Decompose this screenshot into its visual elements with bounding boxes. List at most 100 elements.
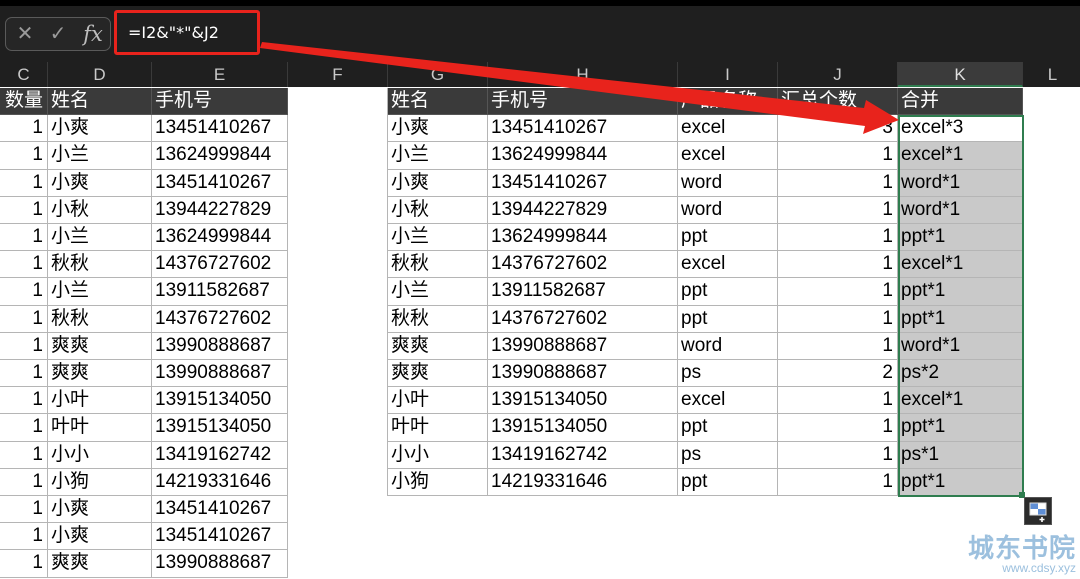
left-table-cell[interactable]: 13451410267 (152, 496, 288, 524)
left-table-cell[interactable]: 爽爽 (48, 332, 152, 360)
right-table-cell[interactable]: 1 (778, 251, 898, 279)
left-table-cell[interactable]: 13451410267 (152, 523, 288, 551)
left-table-cell[interactable]: 小兰 (48, 224, 152, 252)
right-table-cell[interactable]: 14219331646 (488, 468, 678, 496)
left-table-cell[interactable]: 1 (0, 196, 48, 224)
left-table-cell[interactable]: 13624999844 (152, 224, 288, 252)
right-header-cell[interactable]: 合并 (898, 88, 1023, 116)
column-header-i[interactable]: I (678, 62, 778, 87)
left-table-cell[interactable]: 小爽 (48, 115, 152, 143)
left-table-cell[interactable]: 小兰 (48, 278, 152, 306)
left-table-cell[interactable]: 13915134050 (152, 414, 288, 442)
check-icon[interactable]: ✓ (46, 18, 70, 50)
right-table-cell[interactable]: 小小 (388, 441, 488, 469)
left-table-cell[interactable]: 1 (0, 169, 48, 197)
left-header-cell[interactable]: 数量 (0, 88, 48, 116)
column-header-c[interactable]: C (0, 62, 48, 87)
left-table-cell[interactable]: 13944227829 (152, 196, 288, 224)
right-table-cell[interactable]: 小爽 (388, 115, 488, 143)
left-table-cell[interactable]: 1 (0, 496, 48, 524)
merge-result-cell[interactable]: word*1 (898, 332, 1023, 360)
right-table-cell[interactable]: 13915134050 (488, 414, 678, 442)
right-table-cell[interactable]: 小秋 (388, 196, 488, 224)
right-table-cell[interactable]: ppt (678, 414, 778, 442)
merge-result-cell[interactable]: excel*1 (898, 142, 1023, 170)
right-table-cell[interactable]: 1 (778, 441, 898, 469)
left-table-cell[interactable]: 1 (0, 278, 48, 306)
right-table-cell[interactable]: 1 (778, 305, 898, 333)
right-table-cell[interactable]: 小兰 (388, 224, 488, 252)
right-table-cell[interactable]: ppt (678, 278, 778, 306)
right-header-cell[interactable]: 汇总个数 (778, 88, 898, 116)
right-table-cell[interactable]: 13451410267 (488, 115, 678, 143)
left-table-cell[interactable]: 1 (0, 550, 48, 578)
right-table-cell[interactable]: excel (678, 115, 778, 143)
right-table-cell[interactable]: ppt (678, 224, 778, 252)
right-table-cell[interactable]: 秋秋 (388, 305, 488, 333)
fx-icon[interactable]: fx (80, 18, 106, 50)
right-table-cell[interactable]: 1 (778, 414, 898, 442)
right-table-cell[interactable]: 小爽 (388, 169, 488, 197)
right-table-cell[interactable]: 1 (778, 142, 898, 170)
left-table-cell[interactable]: 小爽 (48, 169, 152, 197)
left-table-cell[interactable]: 1 (0, 360, 48, 388)
column-header-f[interactable]: F (288, 62, 388, 87)
left-table-cell[interactable]: 秋秋 (48, 305, 152, 333)
left-header-cell[interactable]: 手机号 (152, 88, 288, 116)
column-header-d[interactable]: D (48, 62, 152, 87)
right-header-cell[interactable]: 手机号 (488, 88, 678, 116)
right-table-cell[interactable]: word (678, 169, 778, 197)
merge-result-cell[interactable]: excel*1 (898, 387, 1023, 415)
right-table-cell[interactable]: 小兰 (388, 142, 488, 170)
merge-result-cell[interactable]: ppt*1 (898, 468, 1023, 496)
merge-result-cell[interactable]: word*1 (898, 169, 1023, 197)
column-header-l[interactable]: L (1023, 62, 1080, 87)
left-table-cell[interactable]: 1 (0, 305, 48, 333)
left-table-cell[interactable]: 1 (0, 441, 48, 469)
left-table-cell[interactable]: 小秋 (48, 196, 152, 224)
right-table-cell[interactable]: 3 (778, 115, 898, 143)
merge-result-cell[interactable]: ps*1 (898, 441, 1023, 469)
right-table-cell[interactable]: 1 (778, 169, 898, 197)
right-table-cell[interactable]: 14376727602 (488, 305, 678, 333)
right-table-cell[interactable]: 小兰 (388, 278, 488, 306)
merge-result-cell[interactable]: ppt*1 (898, 305, 1023, 333)
right-table-cell[interactable]: 13624999844 (488, 224, 678, 252)
right-table-cell[interactable]: 13419162742 (488, 441, 678, 469)
merge-result-cell[interactable]: excel*3 (898, 115, 1023, 143)
merge-result-cell[interactable]: ppt*1 (898, 414, 1023, 442)
merge-result-cell[interactable]: ps*2 (898, 360, 1023, 388)
right-table-cell[interactable]: 13990888687 (488, 360, 678, 388)
right-table-cell[interactable]: 14376727602 (488, 251, 678, 279)
right-table-cell[interactable]: word (678, 196, 778, 224)
right-table-cell[interactable]: word (678, 332, 778, 360)
left-header-cell[interactable]: 姓名 (48, 88, 152, 116)
left-table-cell[interactable]: 小爽 (48, 523, 152, 551)
right-table-cell[interactable]: 13990888687 (488, 332, 678, 360)
left-table-cell[interactable]: 13451410267 (152, 169, 288, 197)
right-table-cell[interactable]: ps (678, 441, 778, 469)
left-table-cell[interactable]: 小叶 (48, 387, 152, 415)
left-table-cell[interactable]: 小兰 (48, 142, 152, 170)
left-table-cell[interactable]: 1 (0, 251, 48, 279)
left-table-cell[interactable]: 1 (0, 414, 48, 442)
right-table-cell[interactable]: 2 (778, 360, 898, 388)
right-table-cell[interactable]: 爽爽 (388, 332, 488, 360)
merge-result-cell[interactable]: ppt*1 (898, 278, 1023, 306)
right-table-cell[interactable]: excel (678, 387, 778, 415)
right-table-cell[interactable]: excel (678, 142, 778, 170)
right-table-cell[interactable]: 叶叶 (388, 414, 488, 442)
left-table-cell[interactable]: 13990888687 (152, 332, 288, 360)
right-header-cell[interactable]: 姓名 (388, 88, 488, 116)
left-table-cell[interactable]: 爽爽 (48, 550, 152, 578)
left-table-cell[interactable]: 13990888687 (152, 360, 288, 388)
left-table-cell[interactable]: 14219331646 (152, 468, 288, 496)
right-table-cell[interactable]: ps (678, 360, 778, 388)
right-table-cell[interactable]: 1 (778, 387, 898, 415)
right-table-cell[interactable]: 1 (778, 278, 898, 306)
right-table-cell[interactable]: 13624999844 (488, 142, 678, 170)
left-table-cell[interactable]: 小小 (48, 441, 152, 469)
left-table-cell[interactable]: 1 (0, 523, 48, 551)
merge-result-cell[interactable]: word*1 (898, 196, 1023, 224)
left-table-cell[interactable]: 叶叶 (48, 414, 152, 442)
